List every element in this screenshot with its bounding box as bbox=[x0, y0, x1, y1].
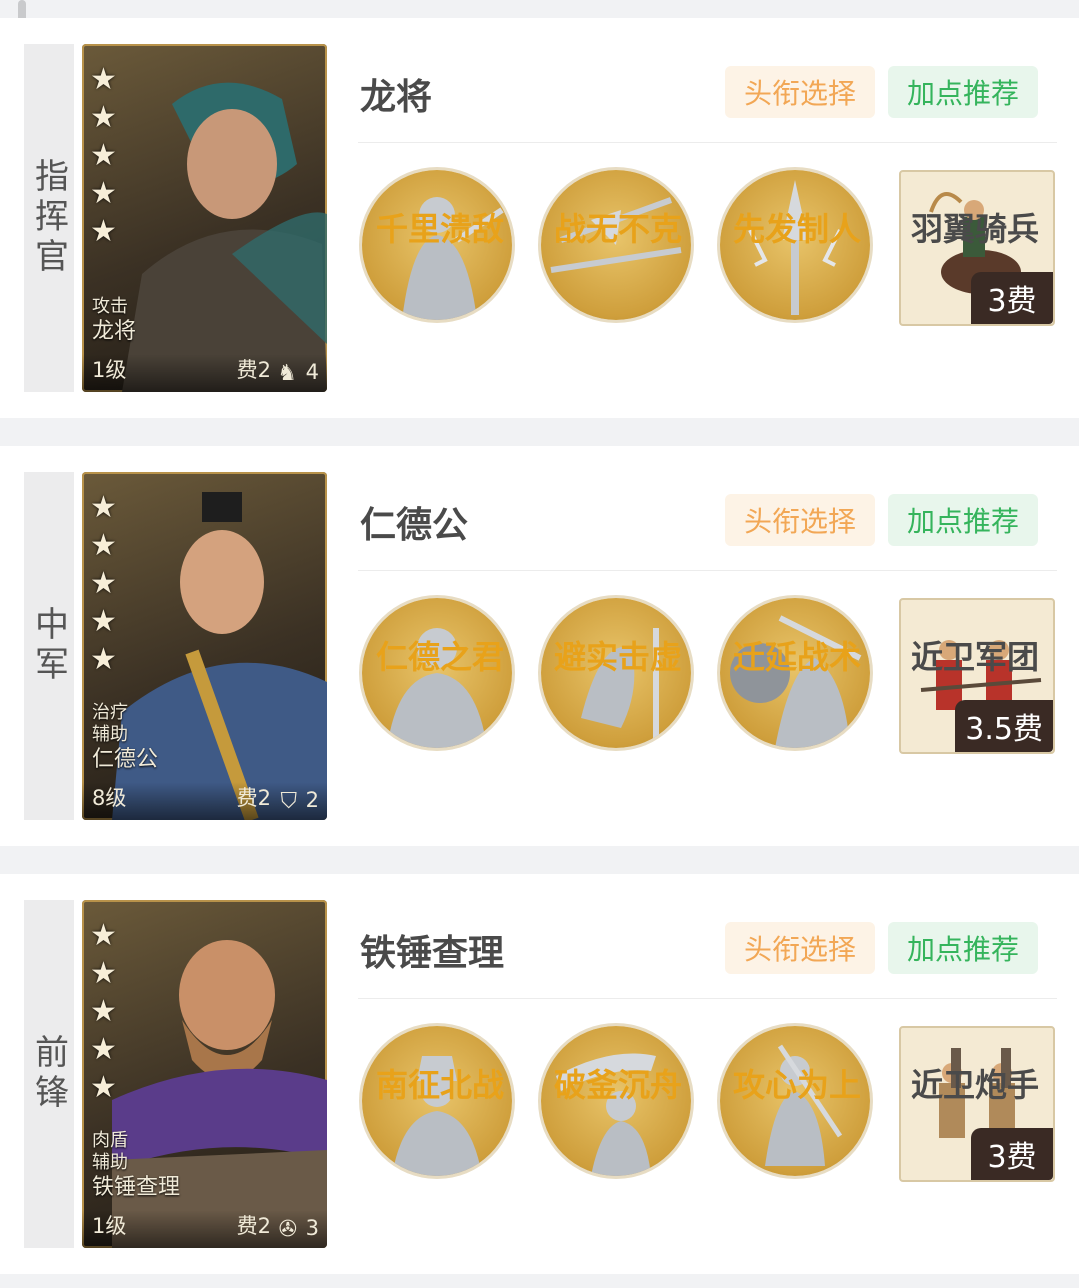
star-icon: ★ bbox=[90, 642, 117, 677]
general-tag: 辅助 bbox=[92, 724, 128, 745]
star-icon: ★ bbox=[90, 918, 117, 953]
general-tag: 肉盾 bbox=[92, 1130, 128, 1151]
star-icon: ★ bbox=[90, 100, 117, 135]
skill-item[interactable] bbox=[534, 598, 714, 758]
star-icon: ★ bbox=[90, 1070, 117, 1105]
role-tab: 中军 bbox=[24, 472, 74, 820]
unit-cost-badge: 3费 bbox=[971, 1128, 1053, 1180]
general-cost: 费2 bbox=[236, 358, 271, 382]
skill-label: 战无不克 bbox=[553, 210, 682, 248]
title-select-button[interactable]: 头衔选择 bbox=[725, 494, 875, 546]
general-tag: 攻击 bbox=[92, 296, 128, 317]
portrait-footer: 1级 费2 ✇ 3 bbox=[82, 1210, 327, 1248]
skill-item[interactable] bbox=[355, 1026, 535, 1186]
divider bbox=[358, 142, 1057, 143]
skill-label: 避实击虚 bbox=[553, 638, 682, 676]
role-tab: 指挥官 bbox=[24, 44, 74, 392]
title-select-button[interactable]: 头衔选择 bbox=[725, 922, 875, 974]
star-rating: ★ ★ ★ ★ ★ bbox=[90, 492, 117, 676]
general-portrait[interactable]: ★ ★ ★ ★ ★ 攻击 龙将 1级 费2 ♞ 4 bbox=[82, 44, 327, 392]
star-icon: ★ bbox=[90, 214, 117, 249]
star-icon: ★ bbox=[90, 528, 117, 563]
skill-item[interactable] bbox=[355, 170, 535, 330]
general-name: 铁锤查理 bbox=[360, 933, 505, 974]
points-recommend-button[interactable]: 加点推荐 bbox=[888, 494, 1038, 546]
general-level: 1级 bbox=[92, 358, 127, 382]
lineup-card-vanguard: 前锋 ★ ★ ★ ★ ★ 肉盾 辅助 铁锤查理 1级 费2 ✇ 3 铁锤查理 头… bbox=[0, 874, 1079, 1274]
star-icon: ★ bbox=[90, 956, 117, 991]
cavalry-icon: ♞ bbox=[277, 361, 297, 386]
unit-cost-badge: 3.5费 bbox=[955, 700, 1053, 752]
skill-item[interactable] bbox=[713, 598, 893, 758]
unit-type-count: 2 bbox=[305, 788, 319, 812]
general-tags: 肉盾 辅助 铁锤查理 bbox=[92, 1130, 180, 1202]
portrait-footer: 8级 费2 ⛉ 2 bbox=[82, 782, 327, 820]
unit-label: 近卫炮手 bbox=[910, 1066, 1039, 1104]
star-icon: ★ bbox=[90, 1032, 117, 1067]
general-name: 龙将 bbox=[360, 77, 433, 118]
general-card-name: 铁锤查理 bbox=[92, 1175, 181, 1200]
unit-type-count: 4 bbox=[305, 360, 319, 384]
title-select-button[interactable]: 头衔选择 bbox=[725, 66, 875, 118]
skill-item[interactable] bbox=[713, 1026, 893, 1186]
general-tag: 辅助 bbox=[92, 1152, 128, 1173]
unit-label: 近卫军团 bbox=[910, 638, 1039, 676]
general-tag: 治疗 bbox=[92, 702, 128, 723]
skill-label: 攻心为上 bbox=[732, 1066, 861, 1104]
divider bbox=[358, 570, 1057, 571]
skill-label: 先发制人 bbox=[732, 210, 861, 248]
star-rating: ★ ★ ★ ★ ★ bbox=[90, 64, 117, 248]
cannon-icon: ✇ bbox=[278, 1217, 297, 1242]
general-level: 1级 bbox=[92, 1214, 127, 1238]
general-name: 仁德公 bbox=[360, 505, 469, 546]
skill-item[interactable] bbox=[534, 1026, 714, 1186]
role-tab: 前锋 bbox=[24, 900, 74, 1248]
skill-item[interactable] bbox=[713, 170, 893, 330]
general-card-name: 仁德公 bbox=[92, 747, 159, 772]
divider bbox=[358, 998, 1057, 999]
star-rating: ★ ★ ★ ★ ★ bbox=[90, 920, 117, 1104]
lineup-card-center: 中军 ★ ★ ★ ★ ★ 治疗 辅助 仁德公 8级 费2 ⛉ 2 仁德公 头衔选… bbox=[0, 446, 1079, 846]
general-tags: 攻击 龙将 bbox=[92, 296, 136, 346]
points-recommend-button[interactable]: 加点推荐 bbox=[888, 66, 1038, 118]
general-cost: 费2 bbox=[236, 786, 271, 810]
star-icon: ★ bbox=[90, 490, 117, 525]
points-recommend-button[interactable]: 加点推荐 bbox=[888, 922, 1038, 974]
star-icon: ★ bbox=[90, 62, 117, 97]
unit-label: 羽翼骑兵 bbox=[910, 210, 1039, 248]
portrait-footer: 1级 费2 ♞ 4 bbox=[82, 354, 327, 392]
star-icon: ★ bbox=[90, 176, 117, 211]
unit-type-count: 3 bbox=[305, 1216, 319, 1240]
skill-item[interactable] bbox=[534, 170, 714, 330]
skill-label: 仁德之君 bbox=[375, 638, 504, 676]
skill-item[interactable] bbox=[355, 598, 535, 758]
star-icon: ★ bbox=[90, 604, 117, 639]
general-tags: 治疗 辅助 仁德公 bbox=[92, 702, 158, 774]
star-icon: ★ bbox=[90, 138, 117, 173]
lineup-card-commander: 指挥官 ★ ★ ★ ★ ★ 攻击 龙将 1级 费2 ♞ 4 龙将 头衔选择 加点… bbox=[0, 18, 1079, 418]
unit-cost-badge: 3费 bbox=[971, 272, 1053, 324]
star-icon: ★ bbox=[90, 566, 117, 601]
skill-label: 迁延战术 bbox=[732, 638, 861, 676]
skill-label: 南征北战 bbox=[375, 1066, 504, 1104]
general-portrait[interactable]: ★ ★ ★ ★ ★ 肉盾 辅助 铁锤查理 1级 费2 ✇ 3 bbox=[82, 900, 327, 1248]
skill-label: 破釜沉舟 bbox=[553, 1066, 682, 1104]
star-icon: ★ bbox=[90, 994, 117, 1029]
general-card-name: 龙将 bbox=[92, 319, 137, 344]
shield-icon: ⛉ bbox=[280, 789, 297, 814]
general-level: 8级 bbox=[92, 786, 127, 810]
general-portrait[interactable]: ★ ★ ★ ★ ★ 治疗 辅助 仁德公 8级 费2 ⛉ 2 bbox=[82, 472, 327, 820]
general-cost: 费2 bbox=[236, 1214, 271, 1238]
skill-label: 千里溃敌 bbox=[375, 210, 504, 248]
